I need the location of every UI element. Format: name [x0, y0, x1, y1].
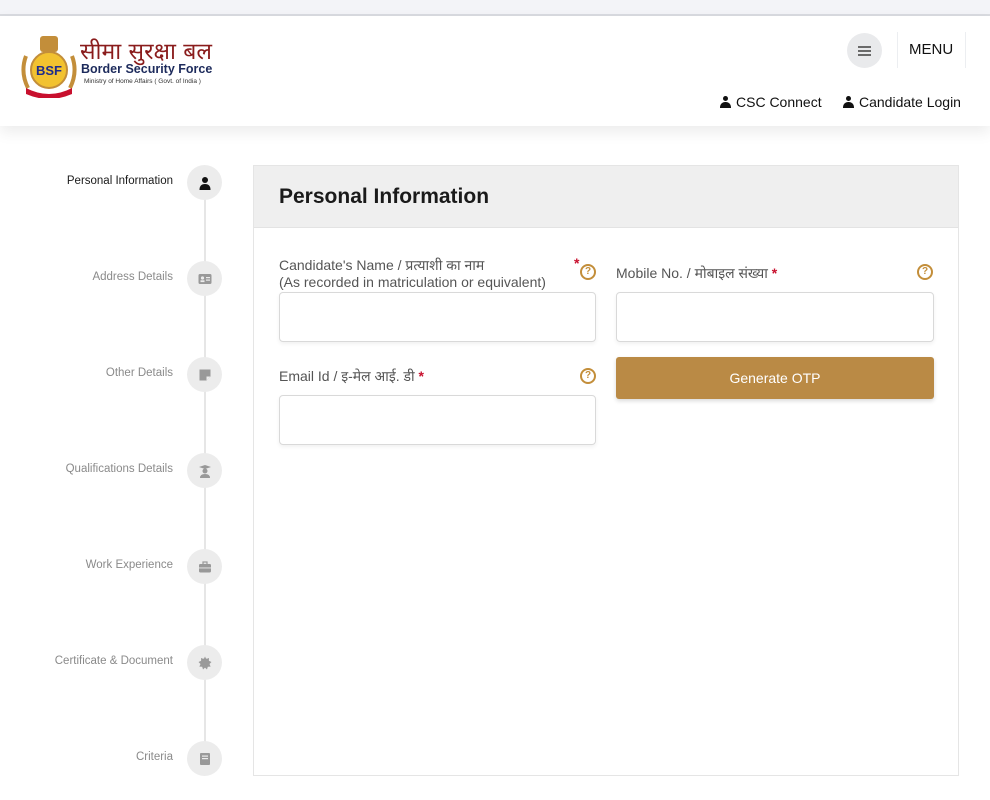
step-label: Work Experience [85, 559, 173, 571]
certificate-icon [187, 645, 222, 680]
email-input[interactable] [279, 395, 596, 445]
step-label: Certificate & Document [54, 655, 173, 667]
required-mark: * [771, 265, 778, 281]
step-label: Personal Information [66, 175, 173, 187]
mobile-number-input[interactable] [616, 292, 934, 342]
csc-connect-label: CSC Connect [736, 94, 822, 110]
page-title: Personal Information [279, 185, 490, 208]
bsf-logo[interactable]: BSF सीमा सुरक्षा बल Border Security Forc… [18, 32, 218, 99]
top-strip [0, 0, 990, 16]
mobile-label: Mobile No. / मोबाइल संख्या * [616, 265, 777, 282]
candidate-name-label-line1: Candidate's Name / प्रत्याशी का नाम [279, 257, 485, 273]
user-icon [843, 96, 854, 108]
step-label: Address Details [92, 271, 173, 283]
candidate-login-link[interactable]: Candidate Login [843, 94, 961, 110]
email-label: Email Id / इ-मेल आई. डी * [279, 368, 424, 385]
step-qualifications-details[interactable]: Qualifications Details [0, 453, 240, 489]
step-label: Qualifications Details [65, 463, 173, 475]
brand-ministry: Ministry of Home Affairs ( Govt. of Indi… [84, 78, 201, 85]
emblem-text: BSF [36, 63, 62, 78]
user-icon [187, 165, 222, 200]
required-mark: * [418, 368, 424, 384]
help-icon[interactable]: ? [917, 264, 933, 280]
csc-connect-link[interactable]: CSC Connect [720, 94, 822, 110]
generate-otp-button[interactable]: Generate OTP [616, 357, 934, 399]
site-header: BSF सीमा सुरक्षा बल Border Security Forc… [0, 16, 990, 126]
step-certificate-document[interactable]: Certificate & Document [0, 645, 240, 681]
mobile-label-text: Mobile No. / मोबाइल संख्या [616, 265, 768, 281]
step-navigation: Personal Information Address Details Oth… [0, 160, 240, 800]
candidate-name-label: Candidate's Name / प्रत्याशी का नाम (As … [279, 257, 546, 291]
brand-english-name: Border Security Force [81, 62, 213, 76]
card-header: Personal Information [254, 166, 958, 228]
menu-button[interactable]: MENU [897, 32, 967, 68]
user-icon [720, 96, 731, 108]
hamburger-button[interactable] [847, 33, 882, 68]
step-work-experience[interactable]: Work Experience [0, 549, 240, 585]
candidate-name-input[interactable] [279, 292, 596, 342]
bsf-emblem-icon: BSF [21, 36, 77, 99]
personal-information-card: Personal Information Candidate's Name / … [253, 165, 959, 776]
step-label: Criteria [135, 751, 173, 763]
step-personal-information[interactable]: Personal Information [0, 165, 240, 201]
step-label: Other Details [105, 367, 173, 379]
email-label-text: Email Id / इ-मेल आई. डी [279, 368, 415, 384]
step-criteria[interactable]: Criteria [0, 741, 240, 777]
id-card-icon [187, 261, 222, 296]
required-mark: * [574, 255, 580, 271]
step-address-details[interactable]: Address Details [0, 261, 240, 297]
candidate-name-label-line2: (As recorded in matriculation or equival… [279, 274, 546, 290]
graduate-icon [187, 453, 222, 488]
step-other-details[interactable]: Other Details [0, 357, 240, 393]
candidate-login-label: Candidate Login [859, 94, 961, 110]
hamburger-icon [858, 45, 871, 56]
help-icon[interactable]: ? [580, 264, 596, 280]
help-icon[interactable]: ? [580, 368, 596, 384]
book-icon [187, 741, 222, 776]
note-icon [187, 357, 222, 392]
briefcase-icon [187, 549, 222, 584]
